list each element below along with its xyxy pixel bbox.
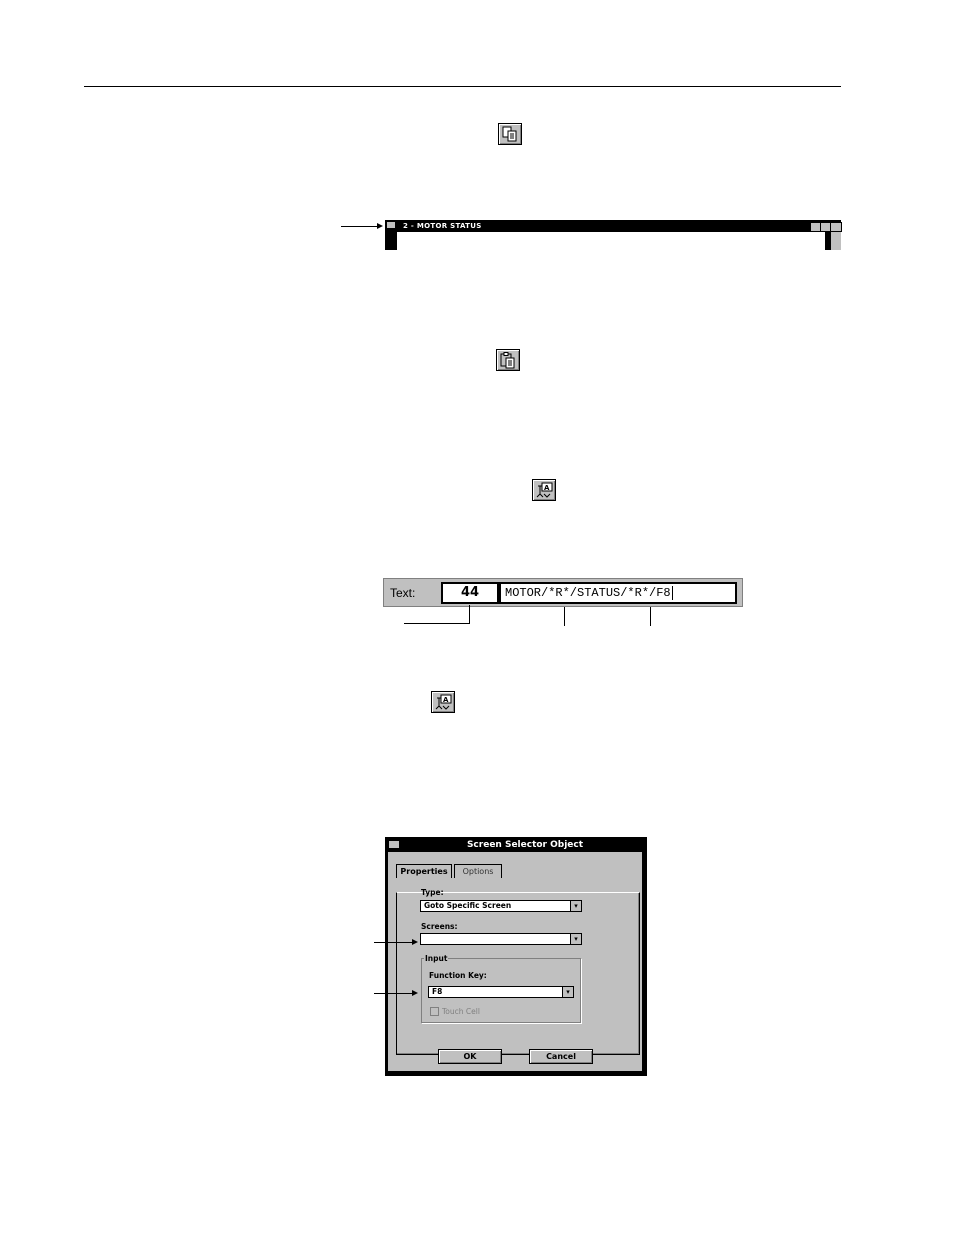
close-icon[interactable] bbox=[830, 222, 842, 232]
paste-icon bbox=[500, 352, 515, 369]
input-group-label: Input bbox=[424, 954, 449, 963]
type-select[interactable]: Goto Specific Screen ▾ bbox=[420, 900, 582, 912]
callout-arrowhead bbox=[412, 939, 418, 945]
touch-cell-label: Touch Cell bbox=[442, 1007, 480, 1016]
function-key-select[interactable]: F8 ▾ bbox=[428, 986, 574, 998]
screen-selector-button[interactable]: A bbox=[532, 479, 556, 501]
chevron-down-icon[interactable]: ▾ bbox=[562, 987, 573, 997]
text-label: Text: bbox=[390, 586, 416, 600]
window-client-area bbox=[391, 232, 825, 250]
svg-text:A: A bbox=[443, 696, 449, 704]
window-title: 2 - MOTOR STATUS bbox=[403, 222, 482, 230]
tab-properties[interactable]: Properties bbox=[396, 864, 452, 878]
text-field[interactable]: MOTOR/*R*/STATUS/*R*/F8 bbox=[499, 582, 737, 604]
dialog-title: Screen Selector Object bbox=[466, 840, 584, 850]
dialog-body: Properties Options Type: Goto Specific S… bbox=[388, 852, 642, 1071]
function-key-label: Function Key: bbox=[429, 971, 487, 980]
system-menu-icon[interactable] bbox=[389, 841, 399, 848]
object-number-field[interactable]: 44 bbox=[441, 582, 499, 604]
callout-line-screens bbox=[374, 942, 414, 943]
callout-arrowhead bbox=[412, 990, 418, 996]
text-field-value: MOTOR/*R*/STATUS/*R*/F8 bbox=[505, 586, 671, 600]
chevron-down-icon[interactable]: ▾ bbox=[570, 901, 581, 911]
callout-line-text bbox=[564, 607, 565, 626]
screen-selector-icon: A bbox=[435, 694, 452, 710]
screens-select[interactable]: ▾ bbox=[420, 933, 582, 945]
ok-button[interactable]: OK bbox=[438, 1049, 502, 1064]
type-value: Goto Specific Screen bbox=[424, 901, 512, 910]
header-rule bbox=[84, 86, 841, 87]
copy-button[interactable] bbox=[498, 123, 522, 145]
type-label: Type: bbox=[421, 888, 444, 897]
callout-line-number bbox=[469, 605, 470, 624]
screen-selector-icon: A bbox=[536, 482, 553, 498]
callout-line-function-key bbox=[374, 993, 414, 994]
tab-options[interactable]: Options bbox=[454, 864, 502, 878]
motor-status-window[interactable]: 2 - MOTOR STATUS bbox=[385, 220, 842, 250]
screens-label: Screens: bbox=[421, 922, 458, 931]
copy-icon bbox=[502, 126, 517, 142]
vertical-scrollbar[interactable] bbox=[830, 232, 841, 250]
screen-selector-button-2[interactable]: A bbox=[431, 691, 455, 713]
chevron-down-icon[interactable]: ▾ bbox=[570, 934, 581, 944]
callout-line-suffix bbox=[650, 607, 651, 626]
svg-text:A: A bbox=[544, 484, 550, 492]
callout-arrowhead bbox=[377, 223, 383, 229]
touch-cell-checkbox[interactable] bbox=[430, 1007, 439, 1016]
text-toolbar: Text: 44 MOTOR/*R*/STATUS/*R*/F8 bbox=[383, 578, 743, 607]
paste-button[interactable] bbox=[496, 349, 520, 371]
screen-selector-dialog: Screen Selector Object Properties Option… bbox=[385, 837, 647, 1076]
callout-line-window bbox=[341, 226, 381, 227]
window-border bbox=[391, 232, 397, 250]
cancel-button[interactable]: Cancel bbox=[529, 1049, 593, 1064]
text-caret bbox=[671, 585, 673, 600]
system-menu-icon[interactable] bbox=[387, 222, 395, 228]
callout-line-number-h bbox=[404, 623, 470, 624]
function-key-value: F8 bbox=[432, 987, 443, 996]
